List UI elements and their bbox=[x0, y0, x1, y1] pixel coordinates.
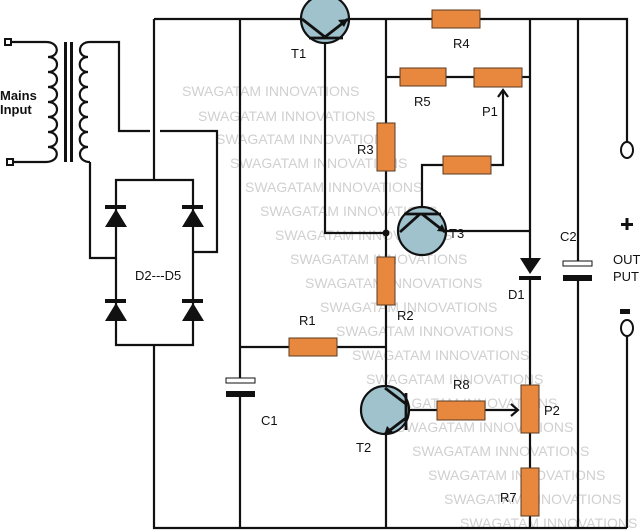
watermark: SWAGATAM INNOVATIONS bbox=[198, 108, 375, 124]
capacitor-c2: C2 bbox=[560, 229, 593, 281]
watermark: SWAGATAM INNOVATIONS bbox=[245, 179, 422, 195]
watermark: SWAGATAM INNOVATIONS bbox=[396, 419, 573, 435]
r7-label: R7 bbox=[500, 490, 517, 505]
output-label: OUT bbox=[613, 252, 640, 267]
output-negative-terminal[interactable] bbox=[620, 319, 634, 337]
output-terminals: OUT PUT bbox=[613, 141, 640, 337]
r1-label: R1 bbox=[299, 313, 316, 328]
junction-dot bbox=[382, 229, 390, 237]
diode-d3 bbox=[182, 205, 204, 227]
circuit-diagram: SWAGATAM INNOVATIONS SWAGATAM INNOVATION… bbox=[0, 0, 640, 531]
output-label: PUT bbox=[613, 269, 639, 284]
secondary-coil bbox=[78, 40, 91, 164]
r4-label: R4 bbox=[453, 36, 470, 51]
potentiometer-p2 bbox=[520, 384, 540, 434]
p1-label: P1 bbox=[482, 104, 498, 119]
resistor-r5 bbox=[399, 67, 447, 87]
r5-label: R5 bbox=[414, 94, 431, 109]
primary-coil bbox=[45, 40, 59, 164]
r3-label: R3 bbox=[357, 142, 374, 157]
resistor-r6 bbox=[442, 155, 492, 175]
diode-d1: D1 bbox=[508, 258, 541, 302]
watermarks: SWAGATAM INNOVATIONS SWAGATAM INNOVATION… bbox=[182, 83, 637, 531]
transformer-core bbox=[64, 42, 67, 162]
resistor-r2 bbox=[376, 256, 396, 306]
watermark: SWAGATAM INNOVATIONS bbox=[336, 323, 513, 339]
c1-label: C1 bbox=[261, 413, 278, 428]
watermark: SWAGATAM INNOVATIONS bbox=[352, 347, 529, 363]
mains-terminal-bottom[interactable] bbox=[6, 158, 14, 166]
d1-label: D1 bbox=[508, 287, 525, 302]
diode-d5 bbox=[182, 299, 204, 321]
r8-label: R8 bbox=[453, 377, 470, 392]
r2-label: R2 bbox=[397, 308, 414, 323]
resistor-r8 bbox=[436, 400, 486, 421]
watermark: SWAGATAM INNOVATIONS bbox=[182, 83, 359, 99]
resistor-r4 bbox=[431, 9, 481, 29]
watermark: SWAGATAM INNOVATIONS bbox=[412, 443, 589, 459]
mains-input-label: Input bbox=[0, 102, 32, 117]
resistor-r3 bbox=[376, 122, 396, 172]
mains-terminal-top[interactable] bbox=[4, 38, 12, 46]
plus-icon bbox=[625, 218, 629, 230]
output-positive-terminal[interactable] bbox=[620, 141, 634, 159]
transistor-t3: T3 bbox=[396, 205, 464, 257]
c2-label: C2 bbox=[560, 229, 577, 244]
bridge-label: D2---D5 bbox=[135, 268, 181, 283]
resistor-r7 bbox=[520, 467, 540, 517]
capacitor-c1: C1 bbox=[225, 377, 278, 428]
t3-label: T3 bbox=[449, 226, 464, 241]
transistor-t1: T1 bbox=[291, 0, 351, 61]
t1-label: T1 bbox=[291, 46, 306, 61]
p2-label: P2 bbox=[544, 403, 560, 418]
diode-d2 bbox=[105, 205, 127, 227]
minus-icon bbox=[620, 309, 630, 314]
transistor-t2: T2 bbox=[356, 384, 411, 455]
transformer-core bbox=[70, 42, 73, 162]
potentiometer-p1 bbox=[473, 67, 523, 88]
diode-d4 bbox=[105, 299, 127, 321]
mains-input-label: Mains bbox=[0, 88, 37, 103]
t2-label: T2 bbox=[356, 440, 371, 455]
resistor-r1 bbox=[288, 337, 338, 357]
